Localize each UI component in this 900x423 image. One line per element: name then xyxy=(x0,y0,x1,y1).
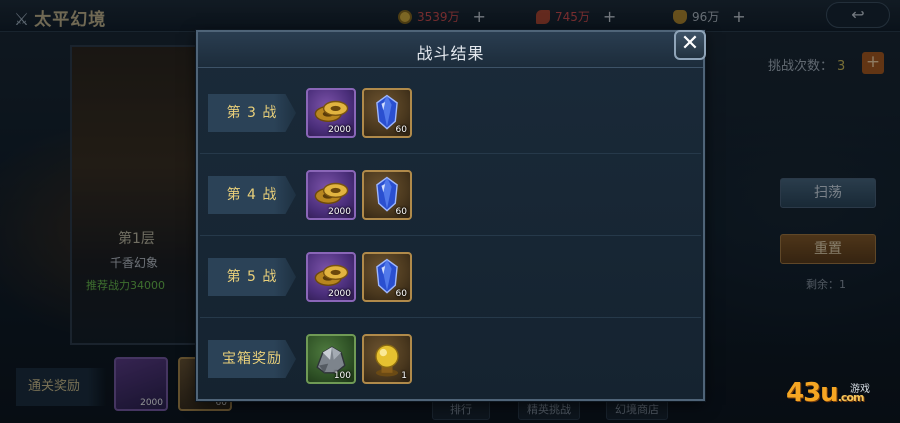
close-button[interactable]: ✕ xyxy=(674,30,706,60)
battle-result-dialog: 战斗结果 第 3 战 2000 60 第 4 战 2000 60 第 5 战 2… xyxy=(196,30,705,401)
close-icon: ✕ xyxy=(680,31,700,56)
battle-label: 第 3 战 xyxy=(208,94,296,132)
dialog-header: 战斗结果 xyxy=(198,32,703,68)
reward-slot-crystal[interactable]: 60 xyxy=(362,170,412,220)
battle-label: 第 4 战 xyxy=(208,176,296,214)
result-row: 第 3 战 2000 60 xyxy=(200,72,701,154)
reward-slot-coins[interactable]: 2000 xyxy=(306,88,356,138)
battle-label: 第 5 战 xyxy=(208,258,296,296)
result-row: 宝箱奖励 100 1 xyxy=(200,318,701,400)
chest-reward-label: 宝箱奖励 xyxy=(208,340,296,378)
reward-slot-coins[interactable]: 2000 xyxy=(306,170,356,220)
reward-slot-crystal[interactable]: 60 xyxy=(362,88,412,138)
watermark-tag: 游戏 xyxy=(850,384,870,395)
reward-slot-ore[interactable]: 100 xyxy=(306,334,356,384)
reward-slot-orb[interactable]: 1 xyxy=(362,334,412,384)
dialog-title: 战斗结果 xyxy=(416,44,485,63)
result-row: 第 4 战 2000 60 xyxy=(200,154,701,236)
result-row: 第 5 战 2000 60 xyxy=(200,236,701,318)
reward-slot-crystal[interactable]: 60 xyxy=(362,252,412,302)
reward-slot-coins[interactable]: 2000 xyxy=(306,252,356,302)
